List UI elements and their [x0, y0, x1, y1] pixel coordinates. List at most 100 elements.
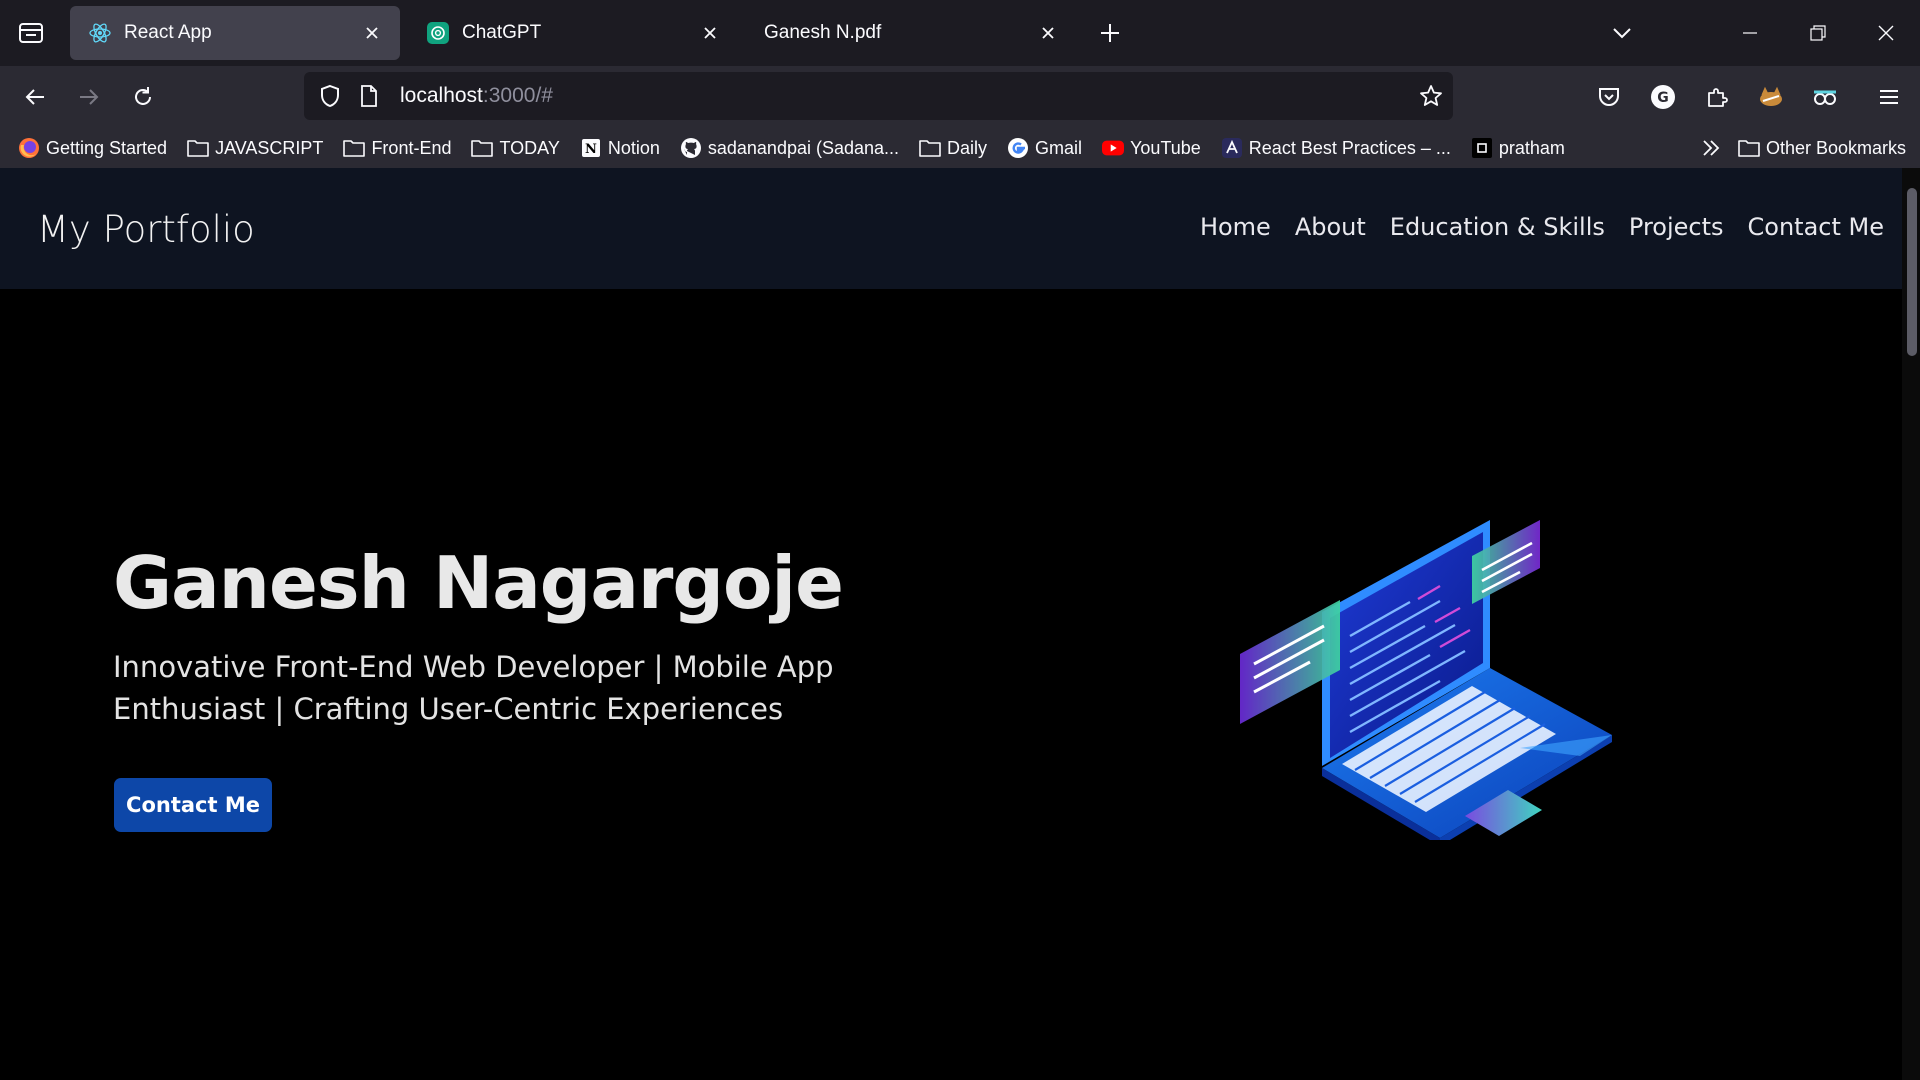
site-brand[interactable]: My Portfolio [37, 208, 255, 251]
nav-link-projects[interactable]: Projects [1629, 213, 1724, 241]
plus-icon [1101, 24, 1119, 42]
list-all-tabs-button[interactable] [1588, 0, 1656, 66]
app-menu-button[interactable] [1862, 70, 1916, 124]
close-icon[interactable] [1036, 21, 1060, 45]
site-header: My Portfolio Home About Education & Skil… [0, 168, 1902, 289]
url-host: localhost [400, 84, 483, 107]
bookmark-folder-today[interactable]: TODAY [471, 137, 560, 159]
youtube-icon [1102, 137, 1125, 159]
bookmark-label: Front-End [371, 137, 452, 158]
bookmark-label: Notion [607, 137, 660, 158]
bookmark-folder-javascript[interactable]: JAVASCRIPT [187, 137, 323, 159]
bookmark-pratham[interactable]: pratham [1471, 137, 1565, 159]
page-scrollbar[interactable] [1902, 168, 1920, 1080]
pocket-icon [1599, 88, 1619, 106]
bookmark-github[interactable]: sadanandpai (Sadana... [680, 137, 899, 159]
google-icon [1007, 137, 1029, 159]
back-button[interactable] [8, 70, 62, 124]
window-close-button[interactable] [1852, 0, 1920, 66]
bookmark-label: Other Bookmarks [1765, 137, 1906, 158]
url-text[interactable]: localhost:3000/# [400, 84, 553, 108]
github-icon [680, 137, 702, 159]
new-tab-button[interactable] [1086, 9, 1134, 57]
bookmark-folder-daily[interactable]: Daily [919, 137, 987, 159]
glasses-extension-icon [1814, 90, 1836, 105]
react-icon [88, 21, 112, 45]
restore-icon [1810, 25, 1826, 41]
bookmark-folder-front-end[interactable]: Front-End [343, 137, 451, 159]
notion-icon: N [580, 137, 602, 159]
extensions-button[interactable] [1690, 70, 1744, 124]
arrow-right-icon [80, 89, 99, 105]
scrollbar-thumb[interactable] [1907, 188, 1917, 356]
reload-icon [135, 87, 151, 105]
star-icon[interactable] [1419, 84, 1443, 114]
navigation-toolbar: localhost:3000/# G [0, 66, 1920, 128]
firefox-view-icon [19, 23, 43, 43]
tab-react-app[interactable]: React App [70, 6, 400, 60]
minimize-button[interactable] [1716, 0, 1784, 66]
tab-pdf[interactable]: Ganesh N.pdf [746, 6, 1076, 60]
page-viewport: My Portfolio Home About Education & Skil… [0, 168, 1920, 1080]
firefox-icon [18, 137, 40, 159]
url-path: :3000/# [482, 84, 553, 107]
bookmark-label: React Best Practices – ... [1248, 137, 1451, 158]
tab-bar: React App ChatGPT Ganesh N.pdf [0, 0, 1920, 66]
contact-me-button[interactable]: Contact Me [114, 778, 272, 832]
site-icon [1471, 137, 1493, 159]
bookmark-label: Getting Started [46, 137, 168, 158]
chevron-down-icon [1613, 28, 1631, 39]
cat-extension-icon [1760, 86, 1782, 106]
bookmark-label: TODAY [499, 137, 560, 158]
tab-title: React App [124, 22, 212, 43]
firefox-view-button[interactable] [0, 0, 62, 66]
tab-title: ChatGPT [462, 22, 542, 43]
arrow-left-icon [25, 89, 44, 105]
bookmark-getting-started[interactable]: Getting Started [18, 137, 167, 159]
bookmark-notion[interactable]: N Notion [580, 137, 660, 159]
grammarly-icon: G [1651, 85, 1675, 109]
bookmark-label: YouTube [1130, 137, 1201, 158]
bookmark-label: Gmail [1035, 137, 1083, 158]
folder-icon [919, 137, 941, 159]
nav-link-about[interactable]: About [1295, 213, 1366, 241]
other-bookmarks[interactable]: Other Bookmarks [1738, 137, 1906, 159]
close-icon[interactable] [698, 21, 722, 45]
minimize-icon [1743, 32, 1757, 34]
grammarly-extension-button[interactable]: G [1636, 70, 1690, 124]
bookmark-label: Daily [947, 137, 988, 158]
bookmark-label: pratham [1498, 137, 1565, 158]
close-icon [1878, 25, 1894, 41]
reload-button[interactable] [116, 70, 170, 124]
bookmark-react-best-practices[interactable]: React Best Practices – ... [1221, 137, 1451, 159]
extension-glasses-button[interactable] [1798, 70, 1852, 124]
svg-text:N: N [585, 142, 597, 157]
restore-button[interactable] [1784, 0, 1852, 66]
close-icon[interactable] [360, 21, 384, 45]
svg-text:G: G [1657, 90, 1669, 106]
tab-chatgpt[interactable]: ChatGPT [408, 6, 738, 60]
bookmarks-toolbar: Getting Started JAVASCRIPT Front-End TOD… [0, 128, 1920, 168]
bookmark-label: JAVASCRIPT [215, 137, 324, 158]
pocket-button[interactable] [1582, 70, 1636, 124]
bookmark-label: sadanandpai (Sadana... [707, 137, 900, 158]
hero-tagline: Innovative Front-End Web Developer | Mob… [113, 650, 834, 726]
forward-button[interactable] [62, 70, 116, 124]
bookmark-gmail[interactable]: Gmail [1007, 137, 1082, 159]
extension-cat-button[interactable] [1744, 70, 1798, 124]
nav-link-home[interactable]: Home [1200, 213, 1271, 241]
tab-title: Ganesh N.pdf [764, 22, 882, 43]
site-icon [1221, 137, 1243, 159]
folder-icon [187, 137, 209, 159]
nav-link-contact[interactable]: Contact Me [1748, 213, 1884, 241]
address-bar[interactable]: localhost:3000/# [304, 72, 1453, 120]
page-icon[interactable] [352, 85, 386, 107]
bookmark-youtube[interactable]: YouTube [1102, 137, 1201, 159]
chatgpt-icon [426, 21, 450, 45]
shield-icon[interactable] [308, 84, 352, 108]
chevrons-right-icon[interactable] [1700, 137, 1722, 159]
nav-link-education-skills[interactable]: Education & Skills [1390, 213, 1605, 241]
folder-icon [1738, 137, 1760, 159]
laptop-illustration [1240, 520, 1612, 840]
folder-icon [343, 137, 366, 159]
